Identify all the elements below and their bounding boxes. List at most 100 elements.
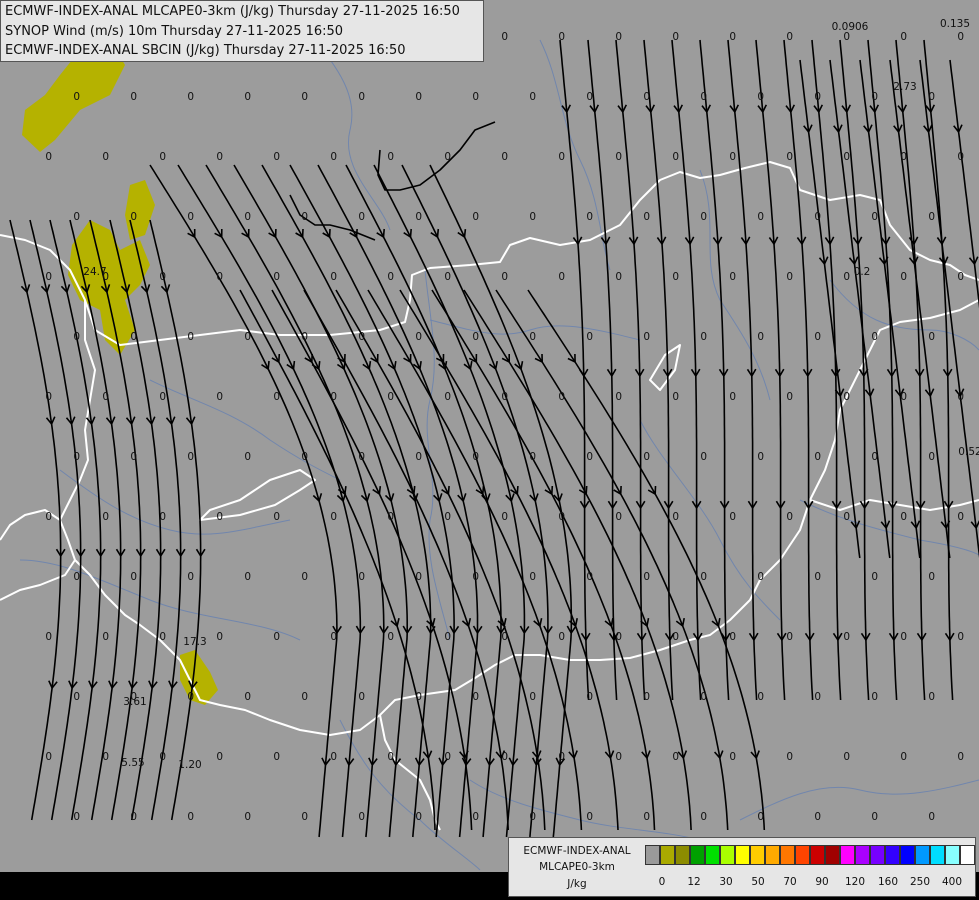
cin-zero-label: 0 <box>159 511 166 523</box>
legend-swatch <box>660 845 675 865</box>
cin-zero-label: 0 <box>244 91 251 103</box>
cin-zero-label: 0 <box>700 331 707 343</box>
cin-zero-label: 0 <box>957 31 964 43</box>
cin-zero-label: 0 <box>73 691 80 703</box>
cin-zero-label: 0 <box>729 151 736 163</box>
cin-zero-label: 0 <box>472 571 479 583</box>
country-border <box>649 344 681 391</box>
cin-zero-label: 0 <box>928 211 935 223</box>
cin-zero-label: 0 <box>273 391 280 403</box>
cin-zero-label: 0 <box>586 571 593 583</box>
cin-zero-label: 0 <box>871 451 878 463</box>
cin-zero-label: 0 <box>729 631 736 643</box>
country-border <box>0 299 979 736</box>
cin-zero-label: 0 <box>358 91 365 103</box>
wind-streamline <box>829 59 891 559</box>
cin-zero-label: 0 <box>45 751 52 763</box>
cin-zero-label: 0 <box>529 211 536 223</box>
legend-tick-label: 30 <box>719 876 733 888</box>
cin-zero-label: 0 <box>216 391 223 403</box>
cin-zero-label: 0 <box>387 151 394 163</box>
cin-zero-label: 0 <box>672 511 679 523</box>
wind-streamline <box>727 39 758 701</box>
cin-zero-label: 0 <box>786 151 793 163</box>
wind-streamline <box>149 219 202 821</box>
cin-zero-label: 0 <box>73 451 80 463</box>
cin-zero-label: 0 <box>387 631 394 643</box>
cin-value-label: 0.135 <box>940 18 970 30</box>
cin-zero-label: 0 <box>301 451 308 463</box>
cin-zero-label: 0 <box>501 391 508 403</box>
wind-streamline <box>177 164 362 838</box>
legend-swatch <box>960 845 975 865</box>
legend-swatch <box>885 845 900 865</box>
legend-tick-label: 0 <box>658 876 666 888</box>
cin-zero-label: 0 <box>444 751 451 763</box>
legend-tick-label: 12 <box>687 876 701 888</box>
cin-zero-label: 0 <box>957 271 964 283</box>
cin-zero-label: 0 <box>586 811 593 823</box>
cin-zero-label: 0 <box>586 211 593 223</box>
wind-streamline <box>149 164 338 838</box>
cin-value-label: 2.73 <box>893 81 916 93</box>
cin-zero-label: 0 <box>187 811 194 823</box>
cin-zero-label: 0 <box>900 271 907 283</box>
cin-zero-label: 0 <box>615 631 622 643</box>
cin-value-label: 17.3 <box>183 636 206 648</box>
cin-zero-label: 0 <box>957 151 964 163</box>
legend-tick-label: 160 <box>877 876 899 888</box>
cin-zero-label: 0 <box>814 691 821 703</box>
wind-streamline <box>271 289 473 831</box>
cin-zero-label: 0 <box>786 631 793 643</box>
cin-zero-label: 0 <box>330 391 337 403</box>
cin-zero-label: 0 <box>814 811 821 823</box>
cin-zero-label: 0 <box>102 631 109 643</box>
cin-zero-label: 0 <box>130 211 137 223</box>
cin-zero-label: 0 <box>415 451 422 463</box>
legend-tick-label: 70 <box>783 876 797 888</box>
legend-tick-label: 250 <box>909 876 931 888</box>
cin-zero-label: 0 <box>643 211 650 223</box>
cin-zero-label: 0 <box>130 811 137 823</box>
cin-zero-label: 0 <box>45 511 52 523</box>
cin-zero-label: 0 <box>130 451 137 463</box>
cin-zero-label: 0 <box>928 691 935 703</box>
cin-zero-label: 0 <box>472 211 479 223</box>
river-line <box>799 499 979 556</box>
cin-zero-label: 0 <box>387 511 394 523</box>
cin-zero-label: 0 <box>501 751 508 763</box>
cin-zero-label: 0 <box>957 511 964 523</box>
river-line <box>829 279 979 351</box>
wind-streamline <box>923 39 954 701</box>
cin-zero-label: 0 <box>358 811 365 823</box>
cin-zero-label: 0 <box>814 211 821 223</box>
cin-zero-label: 0 <box>928 451 935 463</box>
cin-zero-label: 0 <box>415 811 422 823</box>
legend-swatch <box>915 845 930 865</box>
wind-streamline <box>919 59 979 559</box>
cin-zero-label: 0 <box>529 91 536 103</box>
cin-zero-label: 0 <box>672 751 679 763</box>
wind-streamline <box>559 39 590 701</box>
cin-zero-label: 0 <box>102 511 109 523</box>
cin-zero-label: 0 <box>757 451 764 463</box>
cin-zero-label: 0 <box>700 811 707 823</box>
cin-zero-label: 0 <box>244 811 251 823</box>
cin-zero-label: 0 <box>871 571 878 583</box>
cin-zero-label: 0 <box>130 331 137 343</box>
cin-zero-label: 0 <box>871 691 878 703</box>
cin-zero-label: 0 <box>586 451 593 463</box>
cin-zero-label: 0 <box>444 271 451 283</box>
cin-zero-label: 0 <box>928 331 935 343</box>
cin-zero-label: 0 <box>244 211 251 223</box>
legend-swatch <box>930 845 945 865</box>
cin-value-label: 24.7 <box>83 266 106 278</box>
cin-zero-label: 0 <box>130 571 137 583</box>
cin-zero-label: 0 <box>45 631 52 643</box>
cin-zero-label: 0 <box>814 451 821 463</box>
wind-streamlines-layer <box>9 39 979 838</box>
cin-zero-label: 0 <box>643 811 650 823</box>
cin-zero-label: 0 <box>900 511 907 523</box>
cin-zero-label: 0 <box>615 391 622 403</box>
legend-tick-label: 90 <box>815 876 829 888</box>
